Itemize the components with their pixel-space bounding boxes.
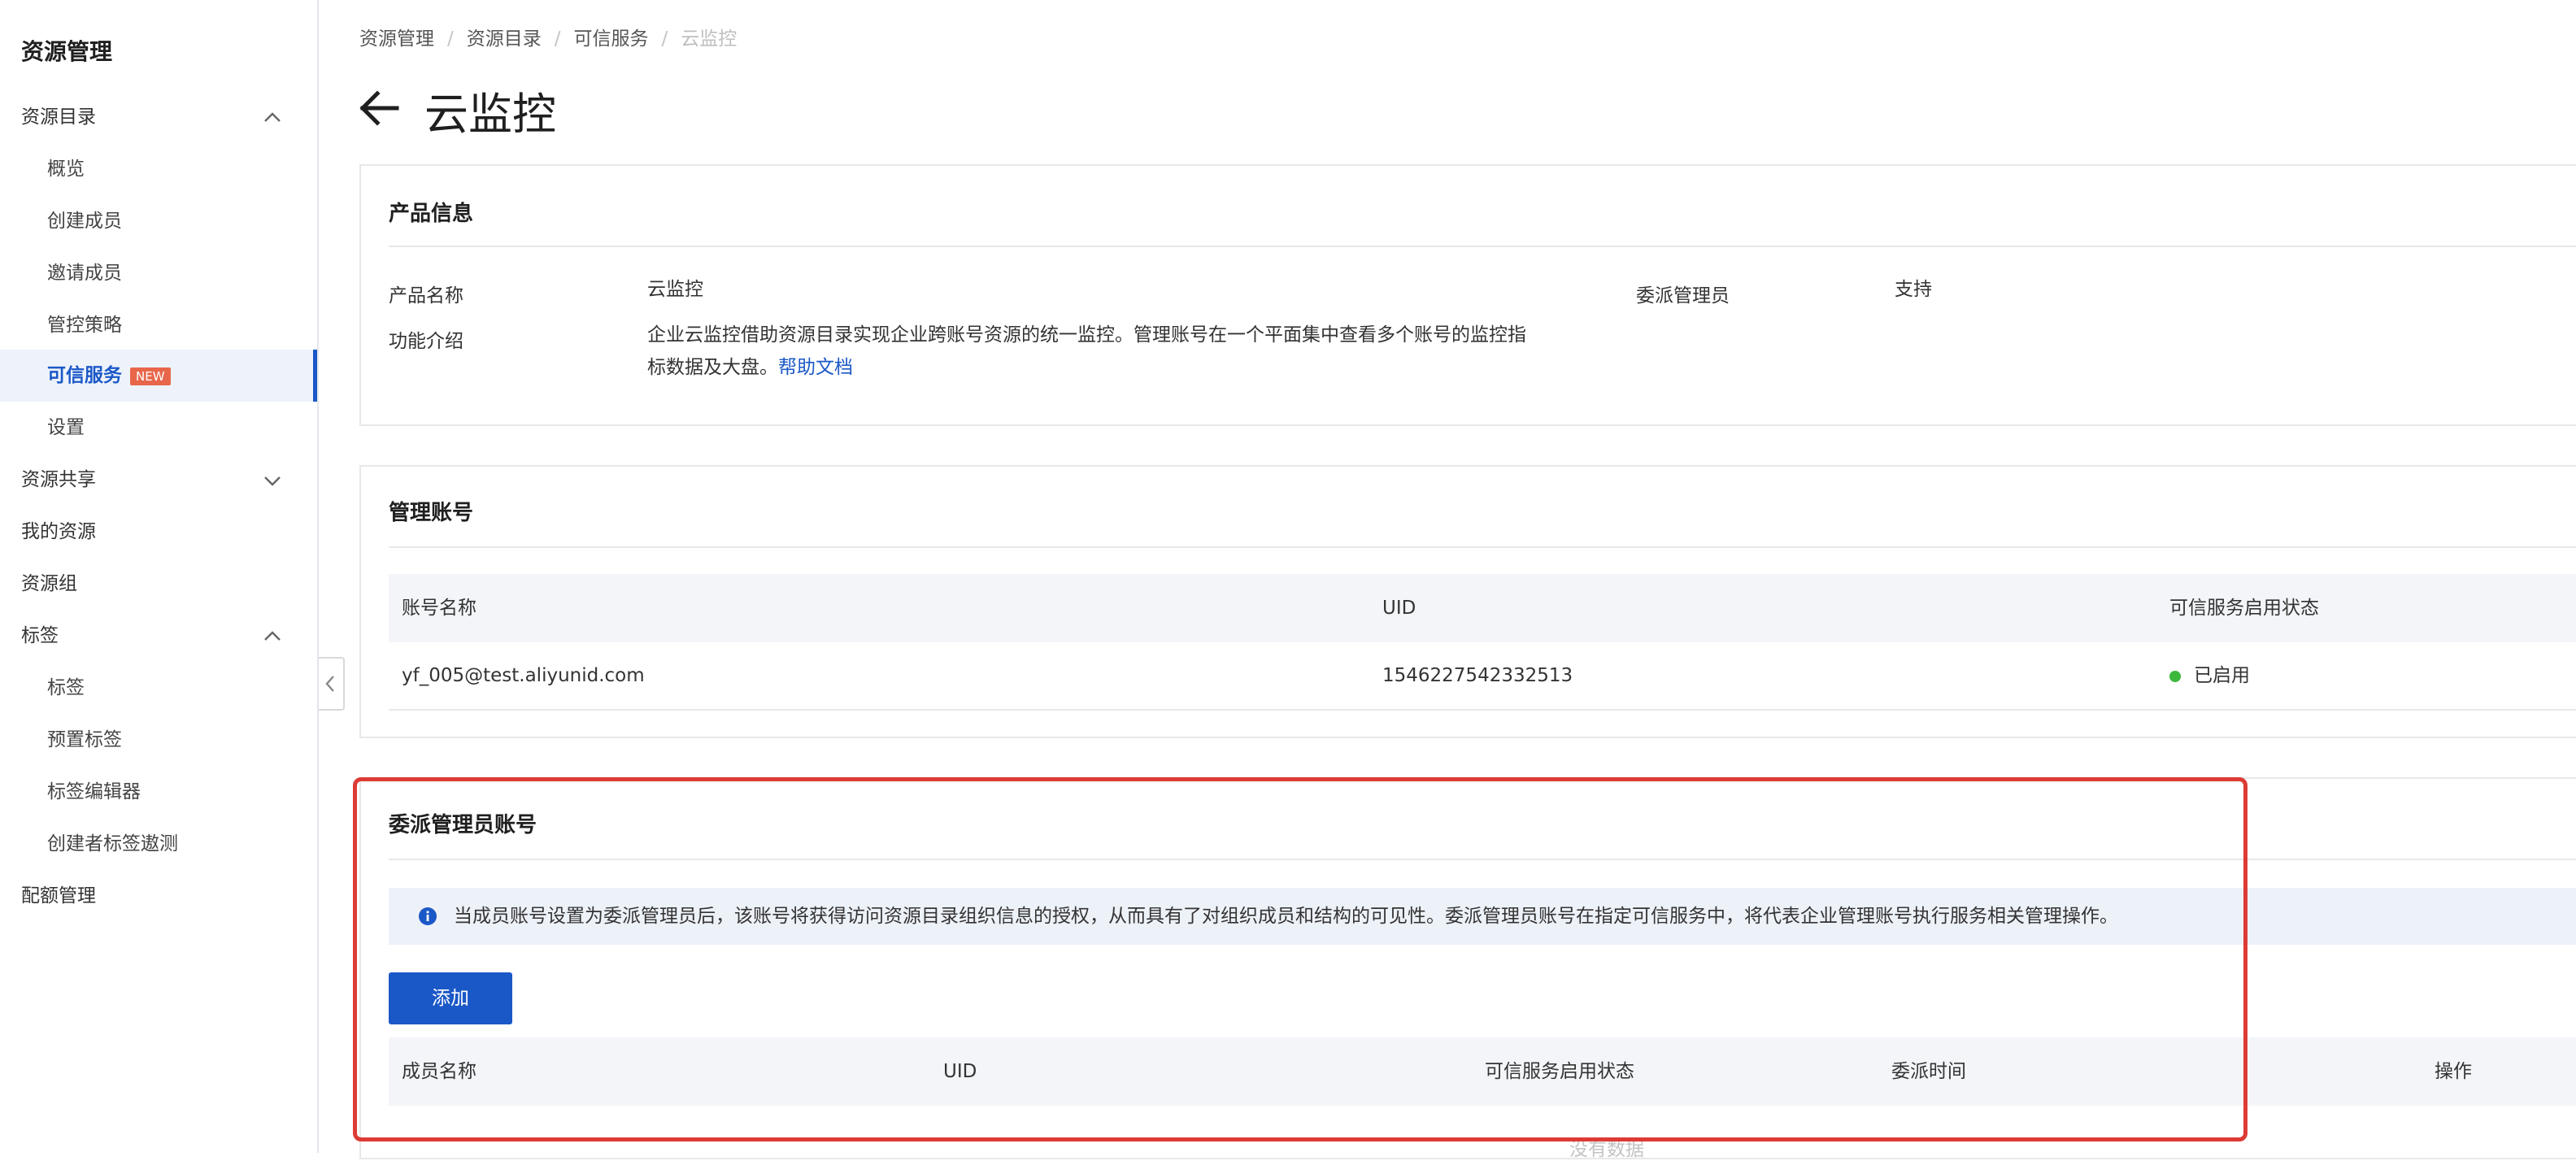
sidebar-item-overview[interactable]: 概览 — [0, 143, 317, 195]
breadcrumb-separator: / — [447, 28, 454, 50]
breadcrumb-current: 云监控 — [681, 28, 738, 50]
sidebar-item-label: 邀请成员 — [47, 263, 122, 284]
sidebar-item-label: 创建者标签遨测 — [47, 833, 178, 854]
sidebar-item-label: 我的资源 — [21, 521, 96, 542]
breadcrumb-item[interactable]: 可信服务 — [574, 28, 649, 50]
breadcrumb-separator: / — [661, 28, 668, 50]
breadcrumb: 资源管理 / 资源目录 / 可信服务 / 云监控 — [359, 23, 737, 50]
new-badge: NEW — [130, 367, 171, 385]
back-arrow-icon[interactable] — [358, 89, 400, 127]
sidebar-item-trusted-services[interactable]: 可信服务 NEW — [0, 350, 317, 402]
description-line: 标数据及大盘。帮助文档 — [647, 351, 1582, 384]
account-uid: 1546227542332513 — [1382, 665, 1573, 686]
sidebar-item-quota[interactable]: 配额管理 — [0, 870, 317, 922]
page-title: 云监控 — [424, 89, 556, 140]
table-row: yf_005@test.aliyunid.com 154622754233251… — [389, 642, 2576, 711]
sidebar-item-label: 管控策略 — [47, 315, 122, 336]
chevron-up-icon — [264, 631, 281, 641]
sidebar-item-my-resources[interactable]: 我的资源 — [0, 506, 317, 558]
sidebar: 资源管理 资源目录 概览 创建成员 邀请成员 管控策略 可信服务 NEW 设置 资… — [0, 0, 319, 1153]
sidebar-item-label: 标签 — [21, 625, 59, 646]
product-name-value: 云监控 — [647, 279, 703, 300]
card-title: 委派管理员账号 — [389, 813, 537, 837]
alert-text: 当成员账号设置为委派管理员后，该账号将获得访问资源目录组织信息的授权，从而具有了… — [454, 906, 2118, 927]
sidebar-title: 资源管理 — [21, 38, 113, 65]
sidebar-item-label: 标签编辑器 — [47, 781, 141, 802]
sidebar-item-label: 标签 — [47, 677, 85, 698]
divider — [389, 546, 2576, 548]
sidebar-item-label: 概览 — [47, 159, 85, 180]
sidebar-item-preset-tags[interactable]: 预置标签 — [0, 714, 317, 766]
sidebar-item-label: 资源目录 — [21, 107, 96, 128]
status-dot-icon — [2169, 670, 2181, 682]
sidebar-collapse-button[interactable] — [319, 657, 345, 711]
account-name: yf_005@test.aliyunid.com — [402, 665, 645, 686]
breadcrumb-item[interactable]: 资源目录 — [467, 28, 542, 50]
sidebar-item-label: 资源共享 — [21, 469, 96, 490]
description-text: 标数据及大盘。 — [647, 357, 778, 378]
column-header: 委派时间 — [1891, 1061, 1966, 1082]
sidebar-item-tags[interactable]: 标签 — [0, 610, 317, 662]
sidebar-item-resource-sharing[interactable]: 资源共享 — [0, 454, 317, 506]
info-alert: 当成员账号设置为委派管理员后，该账号将获得访问资源目录组织信息的授权，从而具有了… — [389, 888, 2576, 945]
info-icon — [419, 907, 437, 925]
column-header: UID — [943, 1061, 977, 1082]
breadcrumb-separator: / — [554, 28, 561, 50]
column-header: 可信服务启用状态 — [2169, 598, 2319, 619]
sidebar-item-resource-directory[interactable]: 资源目录 — [0, 91, 317, 143]
column-header: 操作 — [2435, 1061, 2472, 1082]
sidebar-item-settings[interactable]: 设置 — [0, 402, 317, 454]
card-title: 管理账号 — [389, 501, 474, 525]
delegate-admin-value: 支持 — [1895, 279, 1932, 300]
chevron-up-icon — [264, 112, 281, 122]
sidebar-item-label: 配额管理 — [21, 885, 96, 907]
sidebar-item-label: 预置标签 — [47, 729, 122, 750]
sidebar-item-label: 创建成员 — [47, 211, 122, 232]
sidebar-item-creator-tag[interactable]: 创建者标签遨测 — [0, 818, 317, 870]
status-text: 已启用 — [2194, 665, 2250, 686]
product-info-card: 产品信息 产品名称 云监控 委派管理员 支持 功能介绍 企业云监控借助资源目录实… — [359, 164, 2576, 426]
sidebar-item-control-policy[interactable]: 管控策略 — [0, 299, 317, 351]
empty-table-text: 没有数据 — [1569, 1139, 1644, 1160]
sidebar-item-create-member[interactable]: 创建成员 — [0, 195, 317, 247]
sidebar-item-resource-group[interactable]: 资源组 — [0, 558, 317, 610]
column-header: 成员名称 — [402, 1061, 476, 1082]
column-header: 账号名称 — [402, 598, 476, 619]
column-header: UID — [1382, 598, 1416, 619]
breadcrumb-item[interactable]: 资源管理 — [359, 28, 434, 50]
sidebar-item-invite-member[interactable]: 邀请成员 — [0, 247, 317, 299]
chevron-down-icon — [264, 476, 281, 486]
sidebar-item-label: 设置 — [47, 417, 85, 438]
card-title: 产品信息 — [389, 202, 474, 226]
description-line: 企业云监控借助资源目录实现企业跨账号资源的统一监控。管理账号在一个平面集中查看多… — [647, 324, 1526, 346]
add-button[interactable]: 添加 — [389, 972, 512, 1024]
help-doc-link[interactable]: 帮助文档 — [778, 357, 853, 378]
description-value: 企业云监控借助资源目录实现企业跨账号资源的统一监控。管理账号在一个平面集中查看多… — [647, 319, 1582, 384]
divider — [389, 859, 2576, 860]
service-status: 已启用 — [2169, 642, 2250, 709]
management-account-card: 管理账号 账号名称 UID 可信服务启用状态 yf_005@test.aliyu… — [359, 465, 2576, 738]
sidebar-item-label: 可信服务 — [47, 365, 122, 386]
chevron-left-icon — [325, 676, 334, 692]
sidebar-item-label: 资源组 — [21, 573, 77, 594]
delegated-admin-card: 委派管理员账号 当成员账号设置为委派管理员后，该账号将获得访问资源目录组织信息的… — [359, 777, 2576, 1159]
sidebar-item-tag-editor[interactable]: 标签编辑器 — [0, 766, 317, 818]
table-header: 成员名称 UID 可信服务启用状态 委派时间 操作 — [389, 1037, 2576, 1106]
divider — [389, 246, 2576, 247]
column-header: 可信服务启用状态 — [1485, 1061, 1634, 1082]
table-header: 账号名称 UID 可信服务启用状态 — [389, 574, 2576, 642]
sidebar-item-tag[interactable]: 标签 — [0, 662, 317, 714]
delegate-admin-label: 委派管理员 — [1636, 285, 1730, 307]
description-label: 功能介绍 — [389, 331, 463, 352]
product-name-label: 产品名称 — [389, 285, 463, 307]
